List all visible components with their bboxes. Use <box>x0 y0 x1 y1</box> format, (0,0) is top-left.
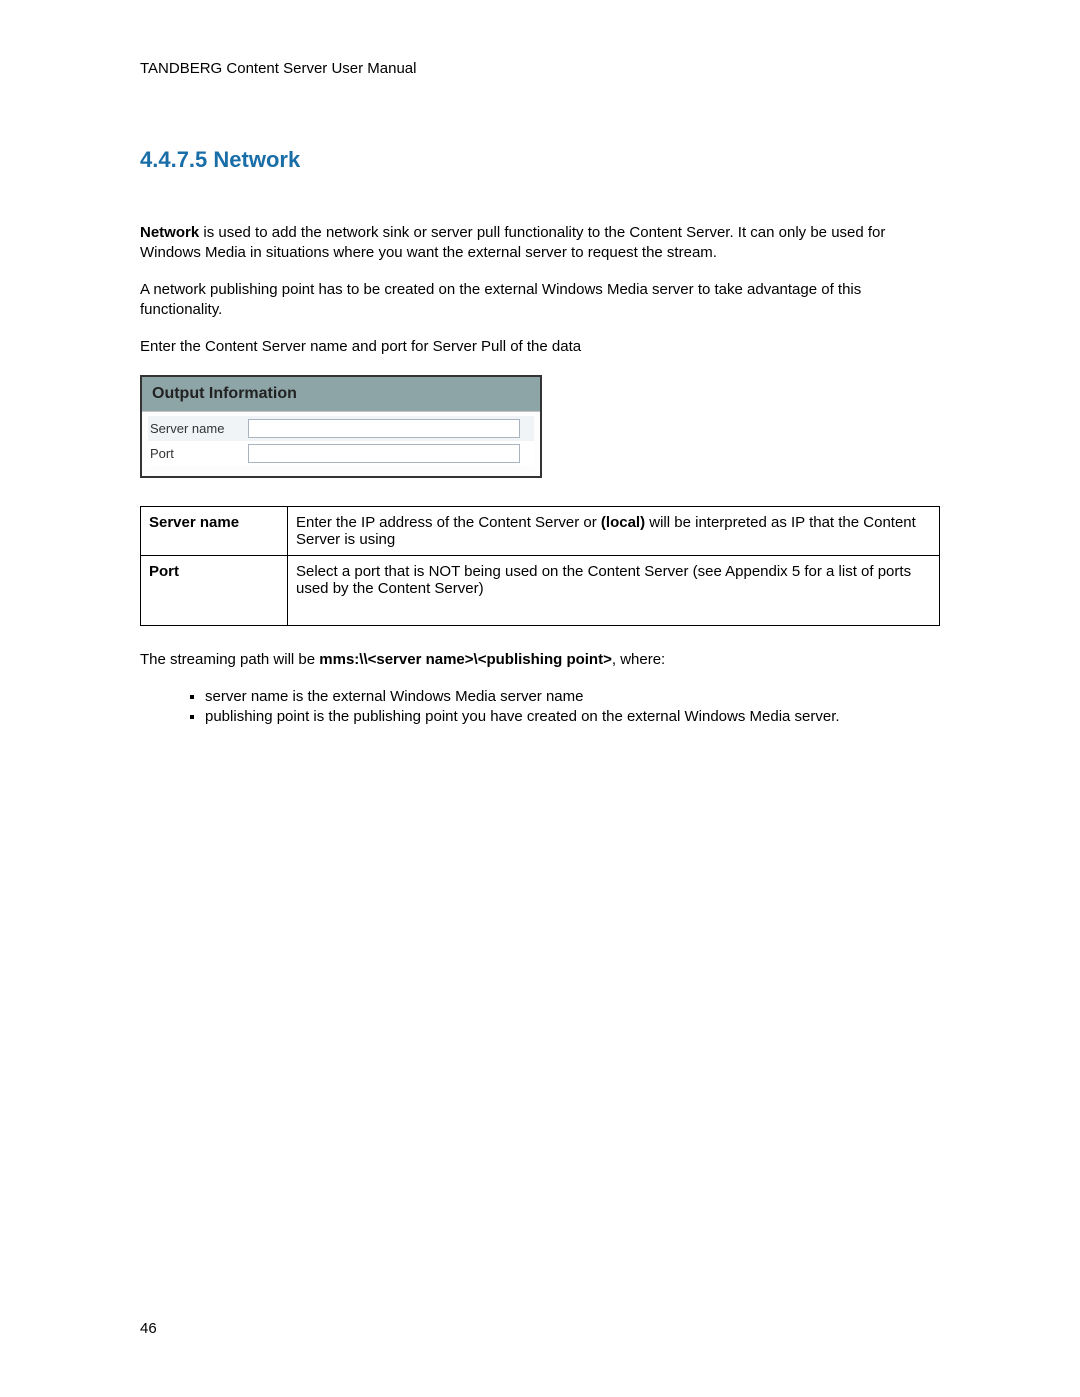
term-network: Network <box>140 224 199 241</box>
list-item: publishing point is the publishing point… <box>205 707 940 727</box>
field-label-server-name: Server name <box>150 421 248 436</box>
list-item: server name is the external Windows Medi… <box>205 687 940 707</box>
server-name-input[interactable] <box>248 419 520 438</box>
document-page: TANDBERG Content Server User Manual 4.4.… <box>0 0 1080 1397</box>
section-title: Network <box>213 147 300 172</box>
bullet-list: server name is the external Windows Medi… <box>140 687 940 726</box>
table-row: Port Select a port that is NOT being use… <box>141 555 940 625</box>
definitions-table: Server name Enter the IP address of the … <box>140 506 940 626</box>
page-number: 46 <box>140 1320 157 1337</box>
term-port: Port <box>141 555 288 625</box>
paragraph-intro: Network is used to add the network sink … <box>140 223 940 262</box>
paragraph-intro-text: is used to add the network sink or serve… <box>140 224 885 261</box>
desc-server-name: Enter the IP address of the Content Serv… <box>288 506 940 555</box>
paragraph-enter: Enter the Content Server name and port f… <box>140 337 940 357</box>
output-information-panel: Output Information Server name Port <box>140 375 542 478</box>
desc-port: Select a port that is NOT being used on … <box>288 555 940 625</box>
paragraph-stream-path: The streaming path will be mms:\\<server… <box>140 650 940 670</box>
field-row-server-name: Server name <box>148 416 534 441</box>
field-row-port: Port <box>148 441 534 466</box>
panel-body: Server name Port <box>142 412 540 476</box>
panel-title: Output Information <box>142 377 540 412</box>
port-input[interactable] <box>248 444 520 463</box>
section-number: 4.4.7.5 <box>140 147 207 172</box>
field-label-port: Port <box>150 446 248 461</box>
section-heading: 4.4.7.5 Network <box>140 147 940 173</box>
paragraph-pubpoint: A network publishing point has to be cre… <box>140 280 940 319</box>
table-row: Server name Enter the IP address of the … <box>141 506 940 555</box>
document-header: TANDBERG Content Server User Manual <box>140 60 940 77</box>
term-server-name: Server name <box>141 506 288 555</box>
